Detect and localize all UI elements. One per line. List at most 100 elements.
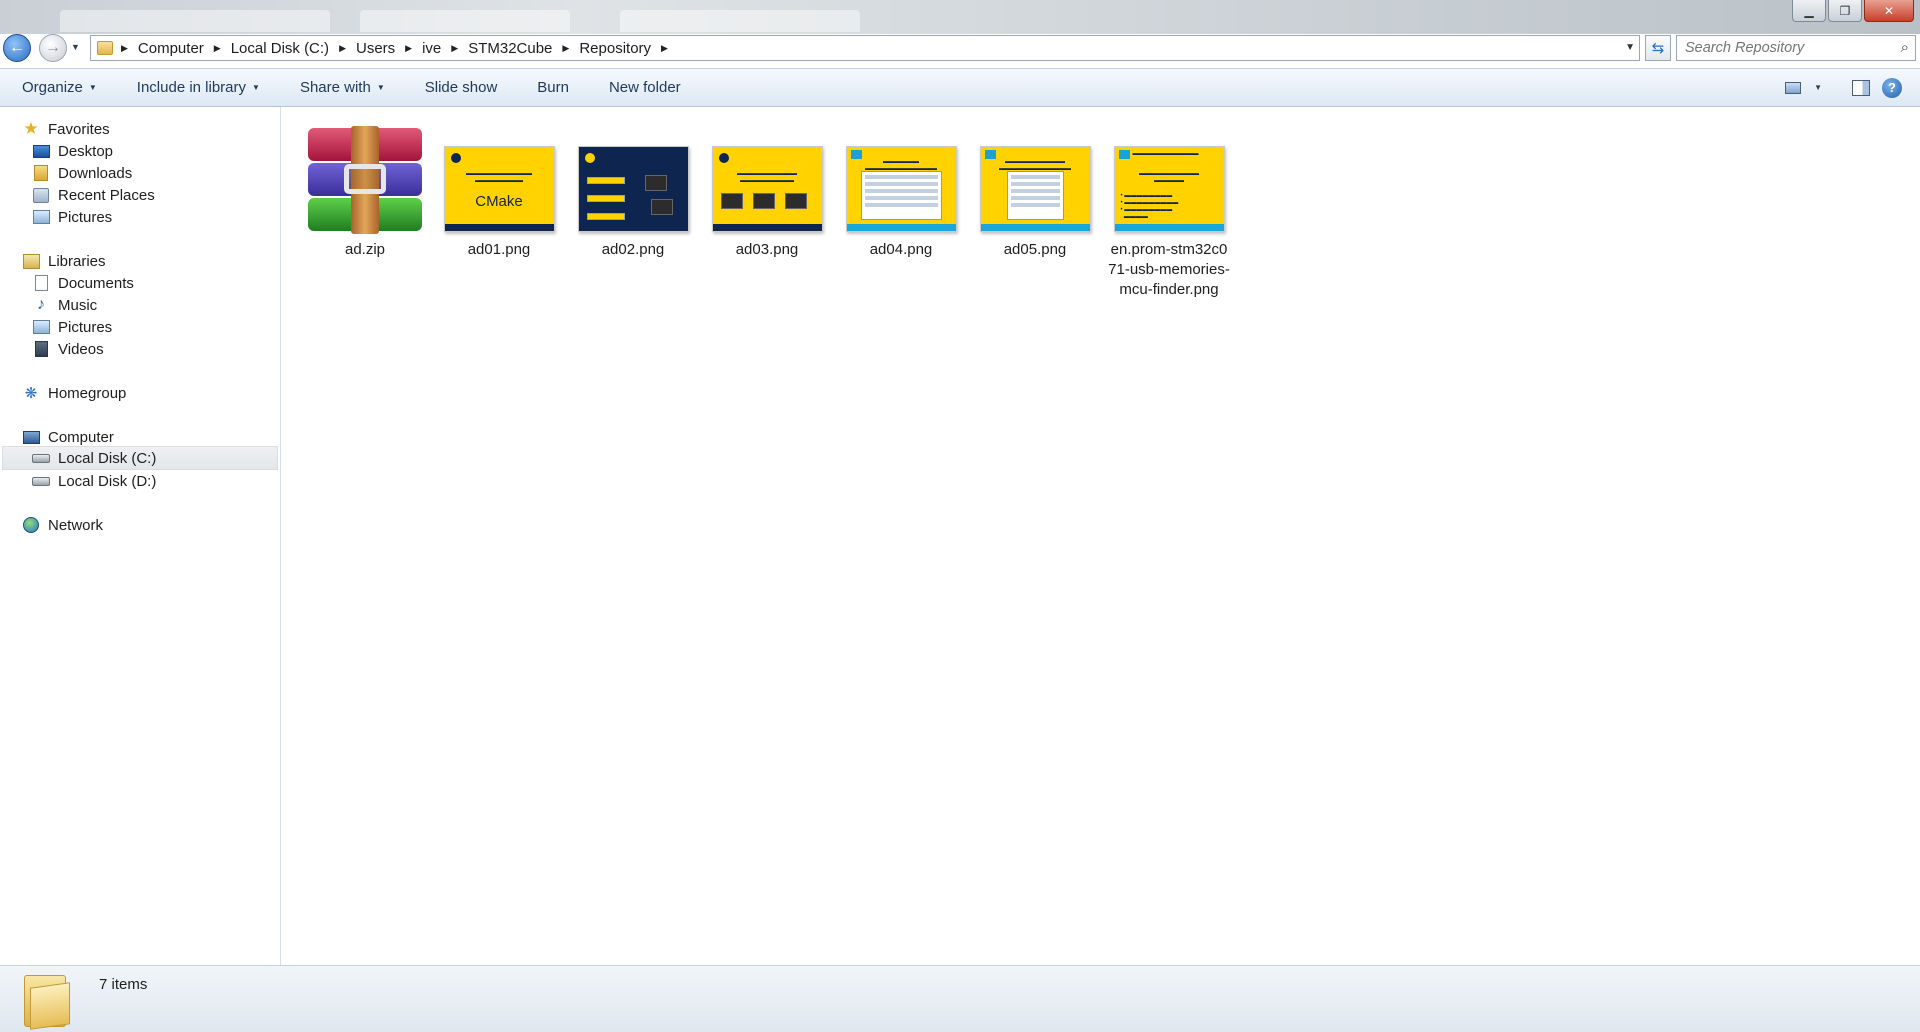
homegroup-icon: ❋ [24, 385, 38, 402]
image-thumbnail [577, 146, 689, 232]
change-view-button[interactable] [1782, 79, 1804, 97]
forward-button[interactable]: → [39, 34, 67, 62]
nav-item-local-disk-c[interactable]: Local Disk (C:) [2, 446, 278, 470]
help-icon[interactable]: ? [1882, 77, 1902, 98]
nav-label: Documents [58, 274, 134, 292]
breadcrumb-repository[interactable]: Repository ▶ [579, 40, 678, 57]
nav-item-documents[interactable]: Documents [32, 271, 134, 295]
organize-menu[interactable]: Organize ▼ [0, 69, 115, 106]
window-titlebar: ▁ ❐ ✕ [0, 0, 1920, 34]
nav-item-videos[interactable]: Videos [32, 337, 104, 361]
nav-label: Downloads [58, 164, 133, 182]
file-item-ad04-png[interactable]: ▬▬▬▬▬▬ ▬▬▬▬▬▬▬▬▬▬▬▬ ad04.png [834, 126, 968, 260]
file-item-ad01-png[interactable]: ▬▬▬▬▬▬▬▬▬▬▬ ▬▬▬▬▬▬▬▬ CMake ad01.png [432, 126, 566, 260]
nav-favorites[interactable]: ★ Favorites [22, 117, 110, 141]
window-controls: ▁ ❐ ✕ [1790, 0, 1914, 22]
nav-item-music[interactable]: ♪ Music [32, 293, 97, 317]
file-item-ad05-png[interactable]: ▬▬▬▬▬▬▬▬▬▬ ▬▬▬▬▬▬▬▬▬▬▬▬ ad05.png [968, 126, 1102, 260]
breadcrumb-ive[interactable]: ive ▶ [422, 40, 468, 57]
nav-label: Favorites [48, 120, 110, 138]
nav-libraries[interactable]: Libraries [22, 249, 106, 273]
winrar-archive-icon [308, 126, 422, 234]
new-folder-button[interactable]: New folder [587, 69, 699, 106]
nav-item-local-disk-d[interactable]: Local Disk (D:) [32, 469, 156, 493]
address-bar[interactable]: ▶ Computer ▶ Local Disk (C:) ▶ Users ▶ ive ▶… [90, 35, 1640, 61]
view-options-dropdown[interactable]: ▼ [1814, 83, 1822, 92]
file-name: ad01.png [467, 241, 531, 258]
chevron-down-icon: ▼ [252, 83, 260, 92]
breadcrumb-computer[interactable]: Computer ▶ [138, 40, 231, 57]
breadcrumb-users[interactable]: Users ▶ [356, 40, 422, 57]
views-icon [1785, 81, 1802, 94]
pictures-icon [32, 210, 50, 224]
nav-label: Network [48, 516, 104, 534]
computer-icon [22, 430, 40, 444]
nav-label: Local Disk (C:) [58, 449, 157, 467]
image-thumbnail: ▬▬▬▬▬▬▬▬▬▬ ▬▬▬▬▬▬▬▬▬ [711, 146, 823, 232]
videos-icon [34, 341, 48, 357]
share-with-label: Share with [299, 79, 371, 96]
address-history-dropdown[interactable]: ▼ [1625, 42, 1635, 53]
file-name: ad02.png [601, 241, 665, 258]
command-bar-right: ▼ ? [1772, 69, 1920, 106]
file-name: ad04.png [869, 241, 933, 258]
breadcrumb-separator[interactable]: ▶ [119, 43, 138, 54]
breadcrumb-stm32cube[interactable]: STM32Cube ▶ [468, 40, 579, 57]
image-thumbnail: ▬▬▬▬▬▬▬▬▬▬▬ ▬▬▬▬▬▬▬▬▬▬ ▬▬▬▬▬ • ▬▬▬▬▬▬▬▬ • … [1113, 146, 1225, 232]
recent-places-icon [33, 187, 49, 203]
folder-icon [24, 975, 72, 1030]
file-name: ad03.png [735, 241, 799, 258]
preview-pane-icon [1852, 79, 1870, 96]
documents-icon [34, 275, 48, 291]
search-icon[interactable]: ⌕ [1901, 39, 1909, 56]
preview-pane-button[interactable] [1850, 79, 1872, 97]
hard-drive-icon [32, 453, 50, 463]
file-name: en.prom-stm32c071-usb-memories-mcu-finde… [1108, 241, 1230, 298]
item-count: 7 items [99, 976, 148, 993]
desktop-icon [32, 144, 50, 158]
organize-label: Organize [22, 79, 83, 96]
close-button[interactable]: ✕ [1864, 0, 1914, 22]
nav-item-pictures-lib[interactable]: Pictures [32, 315, 112, 339]
pictures-icon [32, 320, 50, 334]
address-row: ← → ▼ ▶ Computer ▶ Local Disk (C:) ▶ Users… [0, 30, 1920, 64]
refresh-button[interactable]: ⇆ [1645, 35, 1671, 61]
nav-label: Pictures [58, 208, 113, 226]
arrow-right-icon: → [45, 39, 61, 56]
breadcrumb-local-disk-c[interactable]: Local Disk (C:) ▶ [231, 40, 356, 57]
minimize-button[interactable]: ▁ [1792, 0, 1826, 22]
background-tab [620, 10, 860, 32]
maximize-button[interactable]: ❐ [1828, 0, 1862, 22]
star-icon: ★ [23, 119, 39, 138]
nav-label: Music [58, 296, 98, 314]
nav-item-downloads[interactable]: Downloads [32, 161, 132, 185]
burn-label: Burn [537, 79, 569, 96]
slide-show-button[interactable]: Slide show [403, 69, 516, 106]
nav-item-desktop[interactable]: Desktop [32, 139, 113, 163]
burn-button[interactable]: Burn [515, 69, 587, 106]
nav-item-recent-places[interactable]: Recent Places [32, 183, 155, 207]
share-with-menu[interactable]: Share with ▼ [278, 69, 403, 106]
new-folder-label: New folder [608, 79, 681, 96]
downloads-folder-icon [34, 165, 48, 181]
search-box[interactable]: ⌕ [1676, 35, 1916, 61]
nav-item-pictures-fav[interactable]: Pictures [32, 205, 112, 229]
nav-label: Recent Places [58, 186, 155, 204]
nav-homegroup[interactable]: ❋ Homegroup [22, 381, 127, 405]
file-item-en-prom-stm32c071-png[interactable]: ▬▬▬▬▬▬▬▬▬▬▬ ▬▬▬▬▬▬▬▬▬▬ ▬▬▬▬▬ • ▬▬▬▬▬▬▬▬ • … [1102, 126, 1236, 300]
network-icon [23, 517, 39, 533]
file-item-ad03-png[interactable]: ▬▬▬▬▬▬▬▬▬▬ ▬▬▬▬▬▬▬▬▬ ad03.png [700, 126, 834, 260]
chevron-down-icon: ▼ [376, 83, 385, 92]
slide-show-label: Slide show [424, 79, 498, 96]
nav-network[interactable]: Network [22, 513, 103, 537]
include-in-library-menu[interactable]: Include in library ▼ [115, 69, 278, 106]
file-item-ad02-png[interactable]: ad02.png [566, 126, 700, 260]
recent-pages-dropdown[interactable]: ▼ [71, 42, 80, 52]
libraries-icon [22, 253, 40, 269]
back-button[interactable]: ← [3, 34, 31, 62]
nav-label: Computer [48, 428, 114, 446]
file-list: ad.zip ▬▬▬▬▬▬▬▬▬▬▬ ▬▬▬▬▬▬▬▬ CMake ad01.pn… [282, 107, 1920, 965]
nav-label: Pictures [58, 318, 113, 336]
file-item-ad-zip[interactable]: ad.zip [298, 126, 432, 260]
search-input[interactable] [1685, 40, 1885, 56]
